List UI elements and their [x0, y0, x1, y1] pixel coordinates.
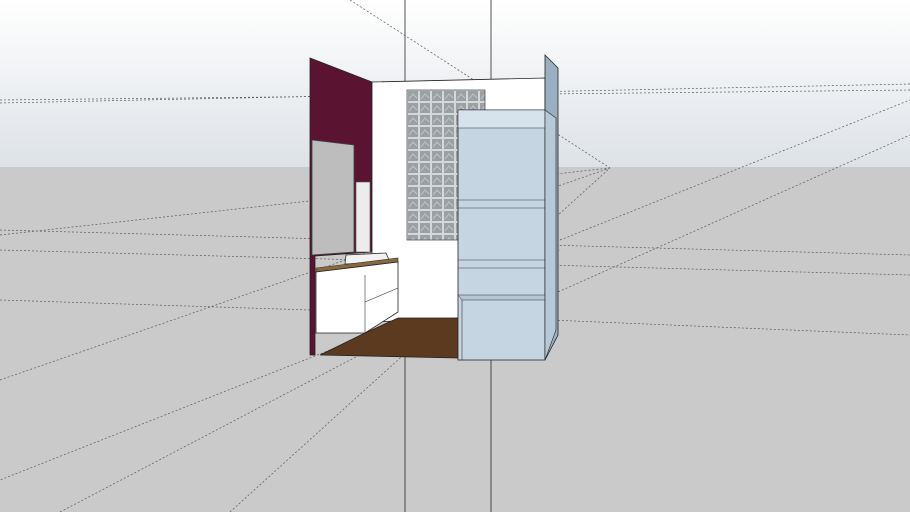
- tall-cabinet-top: [457, 109, 546, 129]
- tall-cabinet: [457, 109, 546, 361]
- mirror: [311, 139, 355, 256]
- wall-light: [355, 181, 371, 253]
- cabinet-side: [544, 109, 557, 361]
- 3d-model-viewport[interactable]: [0, 0, 910, 512]
- bathroom-model: [309, 54, 559, 361]
